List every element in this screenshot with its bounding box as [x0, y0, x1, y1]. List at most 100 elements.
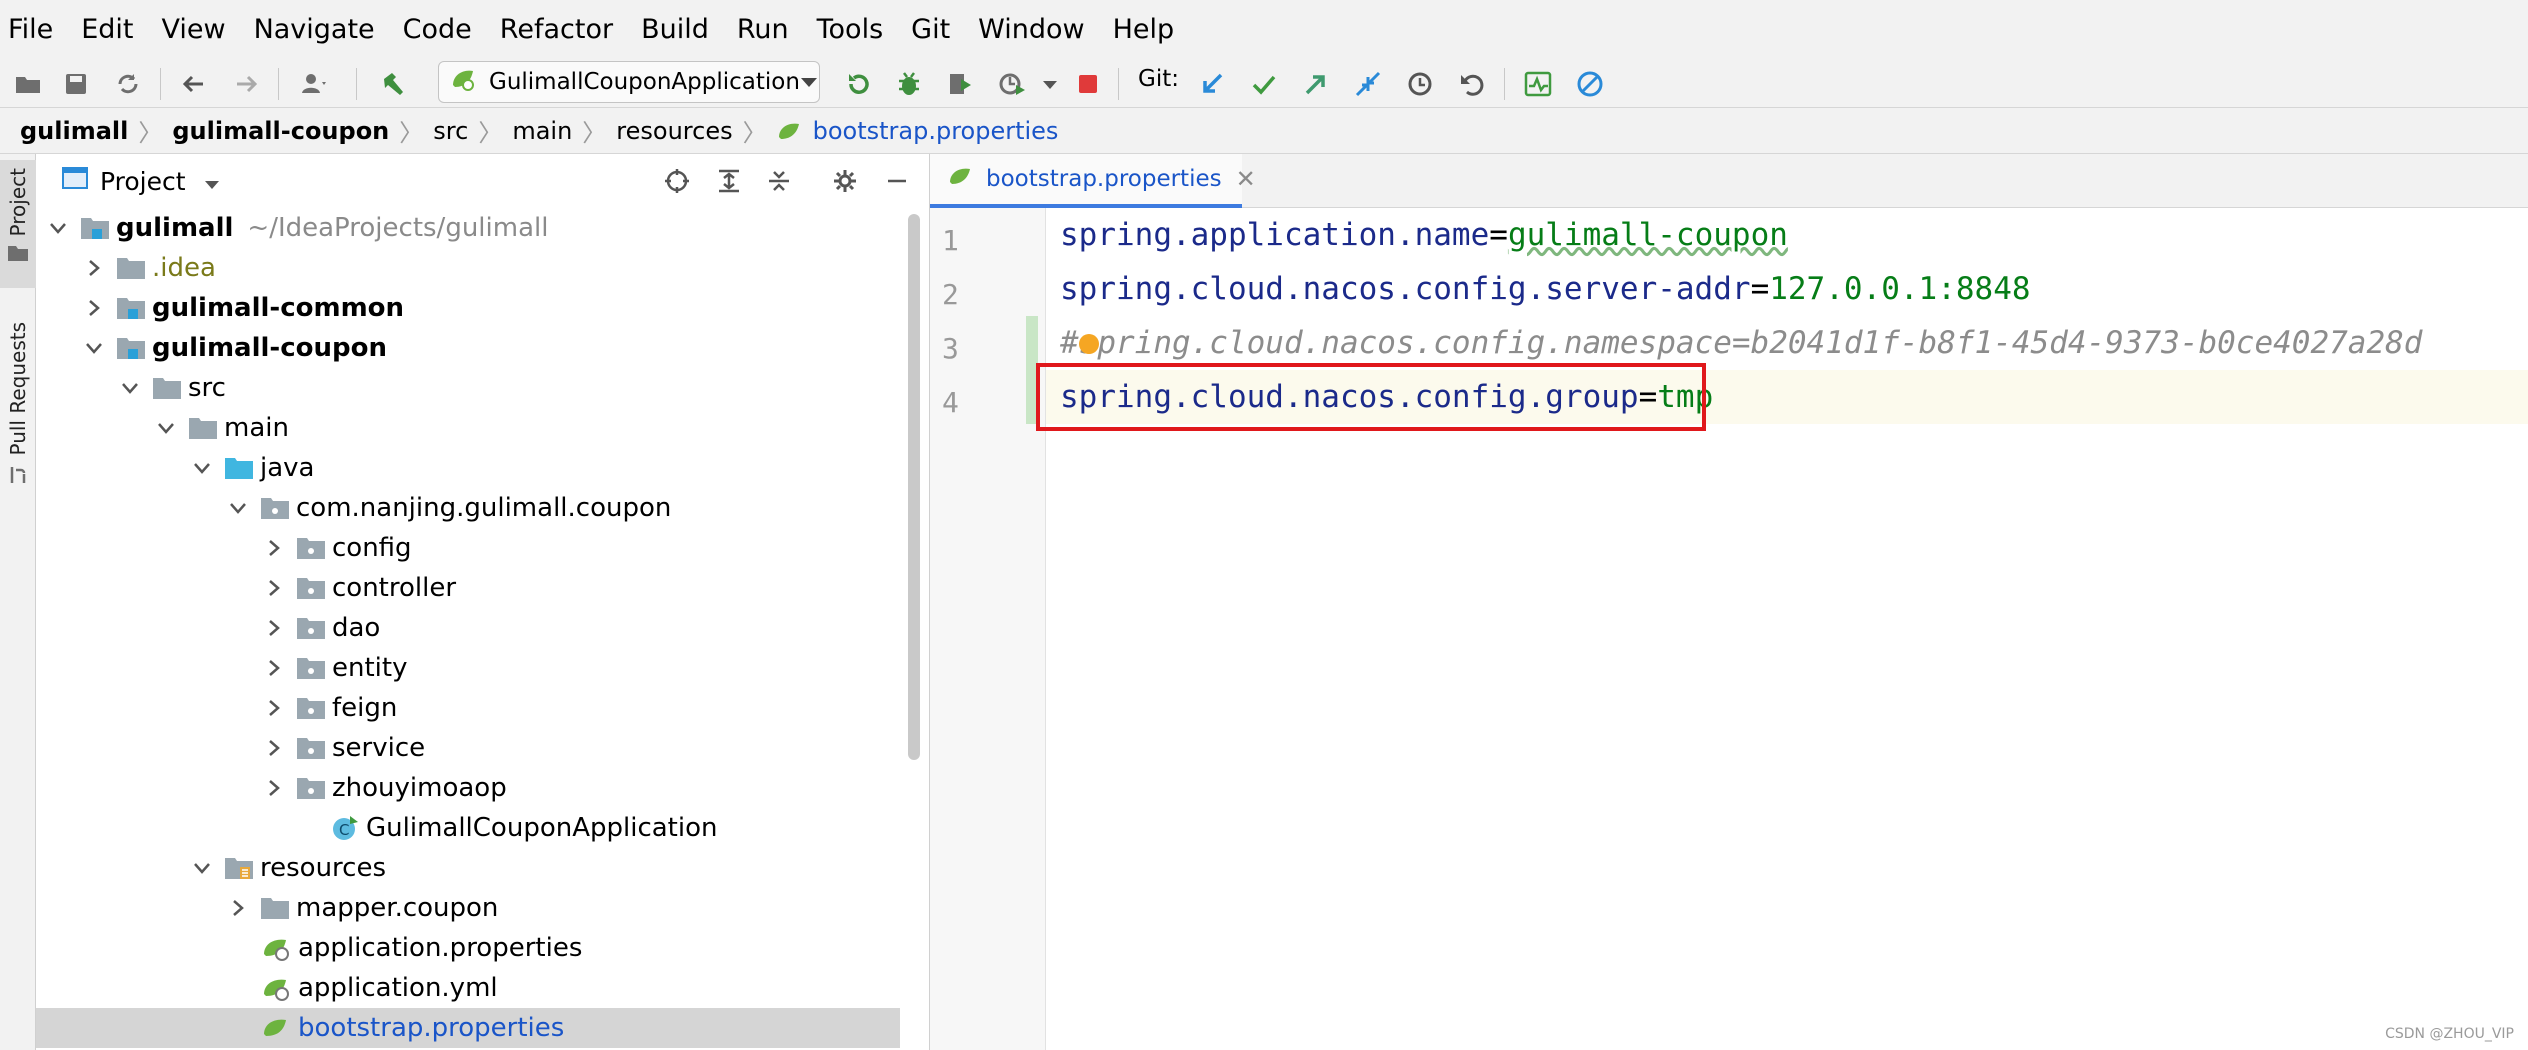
chevron-down-icon[interactable]: [204, 167, 220, 196]
chevron-down-icon[interactable]: [190, 856, 214, 880]
tree-item-package[interactable]: com.nanjing.gulimall.coupon: [36, 488, 900, 528]
chevron-down-icon[interactable]: [118, 376, 142, 400]
tree-item-resources[interactable]: resources: [36, 848, 900, 888]
tree-item-idea[interactable]: .idea: [36, 248, 900, 288]
chevron-right-icon[interactable]: [82, 296, 106, 320]
editor: bootstrap.properties ✕ 1 2 3 4 spring.ap…: [930, 154, 2528, 1050]
tree-scrollbar[interactable]: [908, 214, 920, 760]
history-clock-icon[interactable]: [1404, 68, 1436, 100]
hide-minus-icon[interactable]: [882, 166, 912, 196]
breadcrumb-item-gulimall-coupon[interactable]: gulimall-coupon: [172, 117, 389, 145]
rerun-icon[interactable]: [842, 68, 874, 100]
tree-item-feign[interactable]: feign: [36, 688, 900, 728]
tree-item-service[interactable]: service: [36, 728, 900, 768]
menu-code[interactable]: Code: [403, 14, 472, 45]
tree-item-application-properties[interactable]: application.properties: [36, 928, 900, 968]
git-commit-icon[interactable]: [1248, 68, 1280, 100]
chevron-right-icon[interactable]: [226, 896, 250, 920]
build-hammer-icon[interactable]: [378, 68, 410, 100]
open-folder-icon[interactable]: [12, 68, 44, 100]
menu-view[interactable]: View: [161, 14, 225, 45]
run-configuration-selector[interactable]: GulimallCouponApplication: [438, 61, 820, 103]
user-dropdown-icon[interactable]: [298, 68, 330, 100]
forward-arrow-icon[interactable]: [230, 68, 262, 100]
tree-item-application-yml[interactable]: application.yml: [36, 968, 900, 1008]
tree-item-application-class[interactable]: C GulimallCouponApplication: [36, 808, 900, 848]
menu-git[interactable]: Git: [911, 14, 950, 45]
menu-edit[interactable]: Edit: [81, 14, 133, 45]
menu-refactor[interactable]: Refactor: [500, 14, 613, 45]
chevron-right-icon[interactable]: [262, 616, 286, 640]
back-arrow-icon[interactable]: [178, 68, 210, 100]
chevron-right-icon[interactable]: [262, 696, 286, 720]
power-save-icon[interactable]: [1574, 68, 1606, 100]
coverage-icon[interactable]: [944, 68, 976, 100]
chevron-down-icon[interactable]: [46, 216, 70, 240]
stop-icon[interactable]: [1072, 68, 1104, 100]
tree-item-bootstrap-properties[interactable]: bootstrap.properties: [36, 1008, 900, 1048]
tree-item-java[interactable]: java: [36, 448, 900, 488]
chevron-right-icon[interactable]: [262, 536, 286, 560]
tree-item-label: java: [260, 453, 315, 483]
tree-item-config[interactable]: config: [36, 528, 900, 568]
tree-item-src[interactable]: src: [36, 368, 900, 408]
tree-item-label: dao: [332, 613, 381, 643]
tree-item-gulimall[interactable]: gulimall ~/IdeaProjects/gulimall: [36, 208, 900, 248]
tree-item-label: gulimall: [116, 213, 234, 243]
close-icon[interactable]: ✕: [1236, 165, 1256, 193]
tree-item-gulimall-coupon[interactable]: gulimall-coupon: [36, 328, 900, 368]
menu-run[interactable]: Run: [737, 14, 789, 45]
menu-window[interactable]: Window: [978, 14, 1084, 45]
breadcrumb-item-src[interactable]: src: [433, 117, 468, 145]
editor-tab-label: bootstrap.properties: [986, 166, 1222, 192]
sync-icon[interactable]: [112, 68, 144, 100]
project-view-title[interactable]: Project: [100, 167, 186, 196]
breadcrumb-item-resources[interactable]: resources: [616, 117, 732, 145]
menu-tools[interactable]: Tools: [817, 14, 884, 45]
git-push-icon[interactable]: [1300, 68, 1332, 100]
locate-crosshair-icon[interactable]: [662, 166, 692, 196]
chevron-right-icon[interactable]: [262, 776, 286, 800]
code-line-1[interactable]: spring.application.name = gulimall-coupon: [1060, 208, 1788, 262]
save-icon[interactable]: [60, 68, 92, 100]
chevron-right-icon[interactable]: [262, 656, 286, 680]
editor-tab-bootstrap-properties[interactable]: bootstrap.properties ✕: [930, 154, 1256, 208]
chevron-right-icon[interactable]: [82, 256, 106, 280]
tree-item-dao[interactable]: dao: [36, 608, 900, 648]
intention-bulb-icon[interactable]: [1079, 334, 1099, 354]
menu-build[interactable]: Build: [641, 14, 709, 45]
tree-item-mapper-coupon[interactable]: mapper.coupon: [36, 888, 900, 928]
chevron-down-icon[interactable]: [82, 336, 106, 360]
tree-item-main[interactable]: main: [36, 408, 900, 448]
expand-all-icon[interactable]: [714, 166, 744, 196]
code-line-2[interactable]: spring.cloud.nacos.config.server-addr = 12…: [1060, 262, 2031, 316]
chevron-right-icon[interactable]: [262, 736, 286, 760]
menu-help[interactable]: Help: [1113, 14, 1175, 45]
tree-item-entity[interactable]: entity: [36, 648, 900, 688]
chevron-down-icon[interactable]: [190, 456, 214, 480]
debug-icon[interactable]: [893, 68, 925, 100]
strip-tab-pull-requests[interactable]: Pull Requests: [0, 322, 36, 490]
module-folder-icon: [80, 214, 110, 242]
strip-tab-project[interactable]: Project: [0, 160, 36, 288]
profile-icon[interactable]: [996, 68, 1028, 100]
git-update-icon[interactable]: [1196, 68, 1228, 100]
breadcrumb-item-gulimall[interactable]: gulimall: [20, 117, 128, 145]
tree-item-gulimall-common[interactable]: gulimall-common: [36, 288, 900, 328]
git-merge-icon[interactable]: [1352, 68, 1384, 100]
chevron-down-icon[interactable]: [154, 416, 178, 440]
chevron-right-icon[interactable]: [262, 576, 286, 600]
tree-item-controller[interactable]: controller: [36, 568, 900, 608]
tree-item-zhouyimoaop[interactable]: zhouyimoaop: [36, 768, 900, 808]
more-run-options-icon[interactable]: [1034, 68, 1066, 100]
rollback-icon[interactable]: [1456, 68, 1488, 100]
collapse-all-icon[interactable]: [764, 166, 794, 196]
gear-icon[interactable]: [830, 166, 860, 196]
chevron-down-icon[interactable]: [226, 496, 250, 520]
menu-navigate[interactable]: Navigate: [254, 14, 375, 45]
breadcrumb-item-bootstrap-properties[interactable]: bootstrap.properties: [813, 117, 1059, 145]
breadcrumb-item-main[interactable]: main: [512, 117, 572, 145]
menu-file[interactable]: File: [8, 14, 53, 45]
code-line-3[interactable]: #spring.cloud.nacos.config.namespace=b20…: [1060, 316, 2422, 370]
activity-monitor-icon[interactable]: [1522, 68, 1554, 100]
